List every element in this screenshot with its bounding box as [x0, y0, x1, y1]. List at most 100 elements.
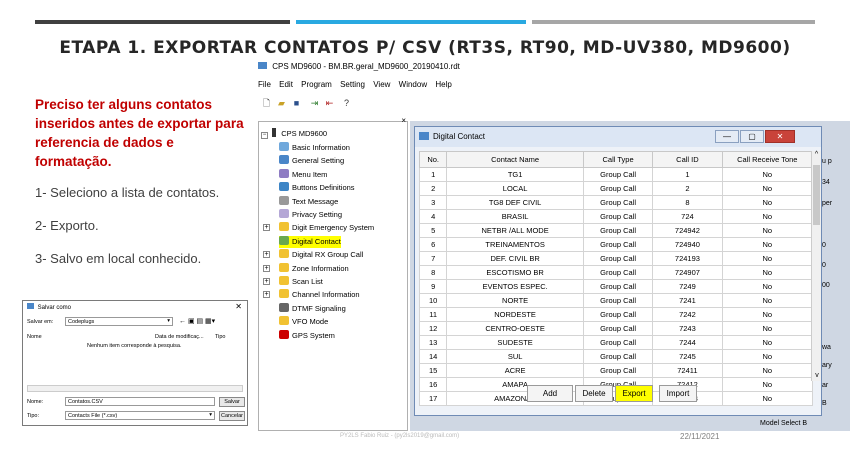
col-contact-name[interactable]: Contact Name [446, 151, 584, 168]
menu-program[interactable]: Program [301, 80, 332, 89]
table-cell[interactable]: No [721, 251, 814, 266]
table-cell[interactable]: No [721, 265, 814, 280]
tree-item-dtmf-signaling[interactable]: DTMF Signaling [279, 302, 346, 315]
tree-item-channel-information[interactable]: Channel Information [279, 289, 360, 301]
table-cell[interactable]: Group Call [582, 321, 654, 336]
open-icon[interactable]: ▰ [275, 97, 288, 110]
table-cell[interactable]: Group Call [582, 363, 654, 378]
table-cell[interactable]: Group Call [582, 209, 654, 224]
table-cell[interactable]: 724942 [652, 223, 723, 238]
tree-item-digital-rx-group-call[interactable]: Digital RX Group Call [279, 249, 363, 261]
table-cell[interactable]: SUDESTE [446, 335, 584, 350]
col-call-receive-tone[interactable]: Call Receive Tone [721, 151, 814, 168]
cancel-button[interactable]: Cancelar [219, 411, 245, 421]
table-cell[interactable]: 7244 [652, 335, 723, 350]
table-cell[interactable]: 13 [418, 335, 448, 350]
table-cell[interactable]: 11 [418, 307, 448, 322]
table-cell[interactable]: NETBR /ALL MODE [446, 223, 584, 238]
table-cell[interactable]: 15 [418, 363, 448, 378]
tree-item-buttons-definitions[interactable]: Buttons Definitions [279, 182, 355, 194]
table-cell[interactable]: TREINAMENTOS [446, 237, 584, 252]
expand-icon[interactable]: + [263, 224, 270, 232]
table-cell[interactable]: 14 [418, 349, 448, 364]
tree-item-gps-system[interactable]: GPS System [279, 329, 335, 342]
table-cell[interactable]: Group Call [582, 335, 654, 350]
table-cell[interactable]: CENTRO-OESTE [446, 321, 584, 336]
col-date-header[interactable]: Data de modificaç... [155, 334, 204, 340]
table-row[interactable]: 12 CENTRO-OESTE Group Call 7243 No [418, 321, 814, 336]
table-cell[interactable]: 724940 [652, 237, 723, 252]
table-row[interactable]: 4 BRASIL Group Call 724 No [418, 209, 814, 224]
table-cell[interactable]: Group Call [582, 279, 654, 294]
table-cell[interactable]: No [721, 335, 814, 350]
menu-help[interactable]: Help [435, 80, 451, 89]
table-cell[interactable]: No [721, 363, 814, 378]
collapse-icon[interactable]: − [261, 132, 268, 139]
type-select[interactable]: Contacts File (*.csv) ▾ [65, 411, 215, 420]
close-icon[interactable]: ✕ [765, 130, 795, 143]
read-icon[interactable]: ⇥ [308, 97, 321, 110]
col-type-header[interactable]: Tipo [215, 334, 226, 340]
table-row[interactable]: 10 NORTE Group Call 7241 No [418, 293, 814, 308]
table-row[interactable]: 2 LOCAL Group Call 2 No [418, 181, 814, 196]
table-cell[interactable]: 724193 [652, 251, 723, 266]
table-cell[interactable]: 9 [418, 279, 448, 294]
table-cell[interactable]: No [721, 307, 814, 322]
expand-icon[interactable]: + [263, 264, 270, 272]
table-cell[interactable]: NORDESTE [446, 307, 584, 322]
table-cell[interactable]: LOCAL [446, 181, 584, 196]
table-row[interactable]: 13 SUDESTE Group Call 7244 No [418, 335, 814, 350]
tree-item-vfo-mode[interactable]: VFO Mode [279, 316, 328, 328]
scroll-thumb[interactable] [813, 165, 820, 225]
menu-window[interactable]: Window [399, 80, 427, 89]
table-cell[interactable]: Group Call [582, 223, 654, 238]
menu-setting[interactable]: Setting [340, 80, 365, 89]
table-cell[interactable]: 724 [652, 209, 723, 224]
table-cell[interactable]: Group Call [582, 237, 654, 252]
maximize-icon[interactable]: ▢ [740, 130, 764, 143]
folder-nav-icons[interactable]: ← ▣ ▤ ▦▾ [179, 317, 215, 325]
table-cell[interactable]: 4 [418, 209, 448, 224]
col-no[interactable]: No. [418, 151, 448, 168]
table-cell[interactable]: Group Call [582, 181, 654, 196]
close-icon[interactable]: × [401, 116, 406, 125]
table-row[interactable]: 7 DEF. CIVIL BR Group Call 724193 No [418, 251, 814, 266]
menu-edit[interactable]: Edit [279, 80, 293, 89]
table-cell[interactable]: 7242 [652, 307, 723, 322]
table-cell[interactable]: No [721, 349, 814, 364]
export-button[interactable]: Export [615, 385, 653, 402]
tree-root[interactable]: − CPS MD9600 [261, 128, 327, 140]
col-call-id[interactable]: Call ID [652, 151, 723, 168]
horizontal-scrollbar[interactable] [27, 385, 243, 392]
expand-icon[interactable]: + [263, 251, 270, 259]
table-cell[interactable]: 5 [418, 223, 448, 238]
table-cell[interactable]: 7249 [652, 279, 723, 294]
add-button[interactable]: Add [527, 385, 573, 402]
table-cell[interactable]: 8 [418, 265, 448, 280]
close-icon[interactable]: ✕ [235, 302, 242, 311]
scroll-down-icon[interactable]: v [812, 372, 822, 379]
save-button[interactable]: Salvar [219, 397, 245, 407]
table-cell[interactable]: 8 [652, 195, 723, 210]
table-cell[interactable]: No [721, 181, 814, 196]
col-name-header[interactable]: Nome [27, 334, 42, 340]
table-row[interactable]: 6 TREINAMENTOS Group Call 724940 No [418, 237, 814, 252]
table-cell[interactable]: DEF. CIVIL BR [446, 251, 584, 266]
tree-item-zone-information[interactable]: Zone Information [279, 262, 349, 275]
table-cell[interactable]: TG8 DEF CIVIL [446, 195, 584, 210]
vertical-scrollbar[interactable]: ^ v [811, 151, 821, 381]
tree-item-digit-emergency-system[interactable]: Digit Emergency System [279, 222, 374, 234]
table-cell[interactable]: Group Call [582, 167, 654, 182]
table-cell[interactable]: No [721, 321, 814, 336]
table-row[interactable]: 5 NETBR /ALL MODE Group Call 724942 No [418, 223, 814, 238]
new-icon[interactable]: 🗋 [260, 97, 273, 110]
table-row[interactable]: 3 TG8 DEF CIVIL Group Call 8 No [418, 195, 814, 210]
table-cell[interactable]: ESCOTISMO BR [446, 265, 584, 280]
table-row[interactable]: 15 ACRE Group Call 72411 No [418, 363, 814, 378]
table-cell[interactable]: Group Call [582, 307, 654, 322]
tree-item-menu-item[interactable]: Menu Item [279, 168, 327, 181]
expand-icon[interactable]: + [263, 278, 270, 285]
table-cell[interactable]: 10 [418, 293, 448, 308]
tree-item-scan-list[interactable]: Scan List [279, 276, 323, 288]
table-cell[interactable]: 724907 [652, 265, 723, 280]
